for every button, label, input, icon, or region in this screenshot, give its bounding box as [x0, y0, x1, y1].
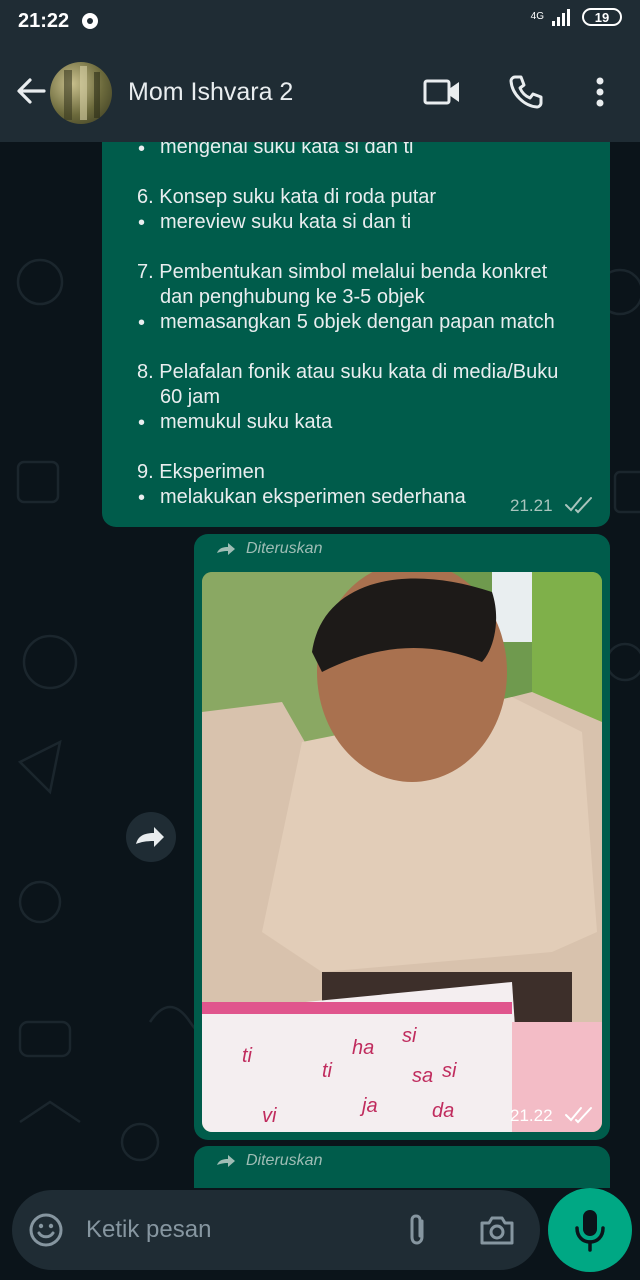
message-line: melakukan eksperimen sederhana	[160, 486, 466, 508]
svg-text:vi: vi	[262, 1105, 277, 1127]
bullet: •	[138, 487, 146, 509]
message-line: mereview suku kata si dan ti	[160, 211, 412, 233]
photo-time: 21.22	[510, 1106, 553, 1125]
mic-button[interactable]	[548, 1188, 632, 1272]
message-input-bar[interactable]: Ketik pesan	[12, 1190, 540, 1270]
emoji-icon[interactable]	[28, 1212, 64, 1248]
message-line: 7. Pembentukan simbol melalui benda konk…	[137, 261, 548, 283]
back-arrow-icon[interactable]	[14, 74, 48, 108]
camera-icon[interactable]	[478, 1212, 516, 1248]
photo-image: siha sisa titi daja vi	[202, 572, 602, 1132]
contact-name[interactable]: Mom Ishvara 2	[128, 78, 293, 107]
message-bubble-text[interactable]: • mengenal suku kata si dan ti 6. Konsep…	[102, 142, 610, 527]
forward-button[interactable]	[126, 812, 176, 862]
phone-icon[interactable]	[504, 70, 548, 114]
notification-icon	[82, 13, 98, 29]
svg-text:sa: sa	[412, 1065, 433, 1087]
signal-icon	[552, 9, 570, 26]
message-line: 6. Konsep suku kata di roda putar	[137, 186, 437, 208]
message-line: 9. Eksperimen	[137, 461, 265, 483]
message-input[interactable]: Ketik pesan	[86, 1216, 211, 1244]
battery-icon: 19	[582, 8, 622, 26]
svg-text:si: si	[442, 1060, 457, 1082]
message-line: mengenal suku kata si dan ti	[160, 142, 414, 158]
message-line: memukul suku kata	[160, 411, 333, 433]
status-right: 4G 19	[531, 8, 622, 26]
battery-level: 19	[594, 9, 610, 25]
forwarded-icon	[217, 1155, 235, 1167]
bullet: •	[138, 312, 146, 334]
svg-text:si: si	[402, 1025, 417, 1047]
double-check-icon	[565, 1107, 592, 1124]
network-type: 4G	[530, 11, 544, 22]
chat-header: Mom Ishvara 2	[0, 42, 640, 142]
message-bubble-photo[interactable]: Diteruskan si ha si sa ti ti da ja vi 21…	[194, 534, 610, 1140]
forwarded-label: Diteruskan	[216, 1152, 322, 1170]
forwarded-text: Diteruskan	[246, 1152, 323, 1169]
message-bubble-partial[interactable]: Diteruskan	[194, 1146, 610, 1188]
message-time: 21.21	[510, 496, 553, 515]
more-options-icon[interactable]	[578, 70, 622, 114]
avatar-image	[64, 66, 100, 120]
message-photo[interactable]: si ha si sa ti ti da ja vi 21.22	[202, 572, 602, 1132]
svg-text:da: da	[432, 1100, 454, 1122]
bullet: •	[138, 142, 146, 160]
message-line: 8. Pelafalan fonik atau suku kata di med…	[137, 361, 559, 383]
bullet: •	[138, 212, 146, 234]
attach-icon[interactable]	[400, 1212, 436, 1248]
forwarded-text: Diteruskan	[246, 540, 323, 557]
message-line: dan penghubung ke 3-5 objek	[160, 286, 425, 308]
forward-icon	[136, 827, 164, 847]
svg-text:ti: ti	[242, 1045, 253, 1067]
chat-area[interactable]: • mengenal suku kata si dan ti 6. Konsep…	[0, 142, 640, 1188]
bullet: •	[138, 412, 146, 434]
double-check-icon	[565, 497, 592, 514]
message-line: 60 jam	[160, 386, 221, 408]
message-line: memasangkan 5 objek dengan papan match	[160, 311, 555, 333]
forwarded-icon	[217, 543, 235, 555]
status-time: 21:22	[18, 10, 70, 32]
svg-text:ha: ha	[352, 1037, 374, 1059]
svg-text:ja: ja	[359, 1095, 378, 1117]
contact-avatar[interactable]	[50, 62, 112, 124]
mic-icon	[575, 1210, 605, 1252]
svg-text:ti: ti	[322, 1060, 333, 1082]
video-call-icon[interactable]	[420, 70, 464, 114]
forwarded-label: Diteruskan	[216, 540, 322, 558]
status-bar: 21:22 4G 19	[0, 0, 640, 42]
